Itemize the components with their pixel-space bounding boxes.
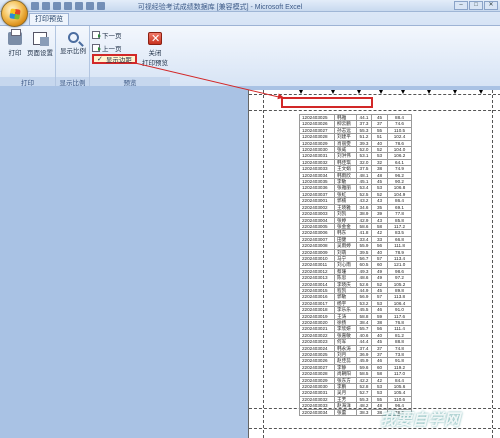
next-page-button[interactable]: 下一页 <box>92 30 122 40</box>
column-handle[interactable] <box>299 90 303 94</box>
column-handle[interactable] <box>479 90 483 94</box>
close-preview-label-1: 关闭 <box>148 50 162 57</box>
group-zoom-label: 显示比例 <box>56 77 89 87</box>
table-cell: 张蕾 <box>334 408 357 417</box>
page-setup-icon <box>33 32 49 46</box>
column-handle[interactable] <box>331 90 335 94</box>
close-preview-button[interactable]: 关闭 打印预览 <box>140 32 170 67</box>
left-margin-line[interactable] <box>263 90 264 438</box>
column-handle[interactable] <box>357 90 361 94</box>
column-handle[interactable] <box>379 90 383 94</box>
top-margin-line[interactable] <box>249 94 500 95</box>
print-button-label: 打印 <box>8 50 22 57</box>
maximize-button[interactable]: □ <box>469 1 483 10</box>
prev-page-button[interactable]: 上一页 <box>92 43 122 53</box>
header-margin-line[interactable] <box>249 110 500 111</box>
show-margins-checkbox[interactable]: ✓ 显示边距 <box>92 54 137 64</box>
zoom-icon <box>67 32 79 43</box>
page-setup-label: 页面设置 <box>27 50 53 57</box>
tab-print-preview[interactable]: 打印预览 <box>29 13 69 25</box>
zoom-label: 显示比例 <box>60 48 86 55</box>
bottom-margin-line[interactable] <box>249 428 500 429</box>
prev-page-label: 上一页 <box>102 46 122 53</box>
group-print-label: 打印 <box>0 77 55 87</box>
print-button[interactable]: 打印 <box>5 29 25 57</box>
printer-icon <box>8 29 22 45</box>
prev-page-icon <box>92 44 101 52</box>
show-margins-label: 显示边距 <box>105 57 132 64</box>
close-window-button[interactable]: ✕ <box>484 1 498 10</box>
minimize-button[interactable]: – <box>454 1 468 10</box>
table-cell: 2202403034 <box>299 408 335 417</box>
close-preview-icon <box>148 32 162 45</box>
next-page-icon <box>92 31 101 39</box>
group-preview-label: 预览 <box>90 77 170 87</box>
header-highlight-box <box>281 97 373 108</box>
ribbon: 打印预览 打印 页面设置 打印 显示比例 显示比例 预览 下一页 上一页 ✓ 显… <box>0 12 500 87</box>
checkmark-icon: ✓ <box>97 56 103 63</box>
window-title: 可视经验考试成绩数据库 [兼容模式] - Microsoft Excel <box>137 4 303 11</box>
column-handle[interactable] <box>427 90 431 94</box>
watermark-url: www.52zj.com <box>395 430 440 437</box>
office-button[interactable] <box>1 0 28 27</box>
table-cell: 38.3 <box>356 408 372 417</box>
zoom-button[interactable]: 显示比例 <box>58 32 88 55</box>
worksheet-table: 1202403025 韩雅 44.1 45 88.4 1202403026 柳云鹏 37.3 3… <box>299 113 412 417</box>
column-handle[interactable] <box>401 90 405 94</box>
page-setup-button[interactable]: 页面设置 <box>26 32 54 57</box>
group-zoom: 显示比例 显示比例 <box>56 26 90 87</box>
watermark-text: 我要自学网 <box>379 412 460 429</box>
title-bar: 可视经验考试成绩数据库 [兼容模式] - Microsoft Excel – □… <box>0 0 500 12</box>
right-margin-line[interactable] <box>492 90 493 438</box>
window-controls: – □ ✕ <box>454 1 498 10</box>
group-print: 打印 页面设置 打印 <box>0 26 56 87</box>
column-handle[interactable] <box>453 90 457 94</box>
ribbon-body: 打印 页面设置 打印 显示比例 显示比例 预览 下一页 上一页 ✓ 显示边距 ✕… <box>0 25 500 87</box>
next-page-label: 下一页 <box>102 33 122 40</box>
